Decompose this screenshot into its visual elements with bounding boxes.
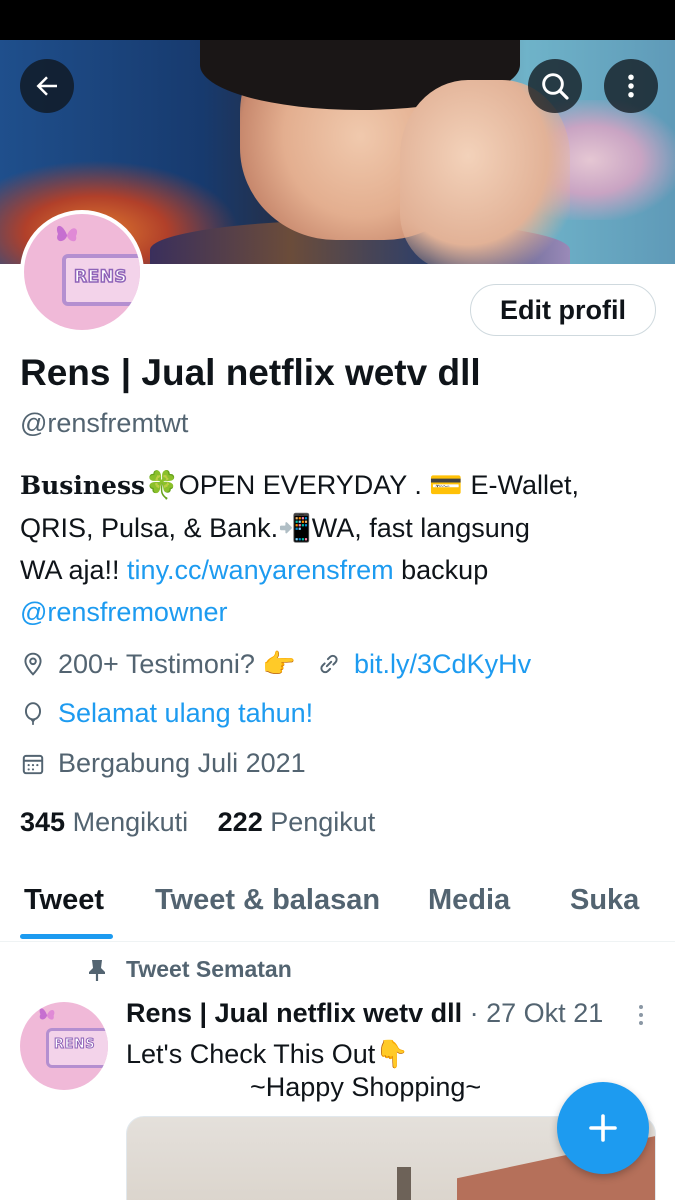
- profile-avatar[interactable]: RENS: [20, 210, 144, 334]
- butterfly-icon: [39, 1008, 55, 1020]
- avatar-logo-text: RENS: [73, 266, 128, 288]
- back-arrow-icon: [36, 76, 57, 96]
- bio-line-3-end: backup: [393, 555, 489, 585]
- pinned-indicator: Tweet Sematan: [86, 956, 292, 983]
- tweet-more-button[interactable]: [632, 1002, 650, 1033]
- location-text: 200+ Testimoni? 👉: [58, 649, 297, 679]
- following-count: 345: [20, 807, 66, 837]
- status-bar: [0, 0, 675, 40]
- avatar-logo-text: RENS: [53, 1037, 96, 1053]
- bio-line-2: QRIS, Pulsa, & Bank.📲WA, fast langsung: [20, 513, 530, 543]
- birthday-text[interactable]: Selamat ulang tahun!: [58, 698, 313, 729]
- profile-meta-row: 200+ Testimoni? 👉 bit.ly/3CdKyHv: [20, 648, 531, 680]
- bio-mention-link[interactable]: @rensfremowner: [20, 591, 660, 633]
- calendar-icon: [22, 754, 44, 774]
- pinned-label: Tweet Sematan: [126, 956, 292, 982]
- tab-likes[interactable]: Suka: [570, 884, 639, 917]
- search-icon: [542, 73, 569, 100]
- tab-media[interactable]: Media: [428, 884, 510, 917]
- more-vertical-icon: [639, 1005, 643, 1025]
- bio-line-1: Business🍀OPEN EVERYDAY . 💳 E-Wallet,: [20, 464, 660, 507]
- more-vertical-icon: [628, 74, 634, 98]
- bio-link[interactable]: tiny.cc/wanyarensfrem: [127, 555, 394, 585]
- back-button[interactable]: [20, 59, 74, 113]
- following-label: Mengikuti: [72, 807, 189, 837]
- tweet-author-name[interactable]: Rens | Jual netflix wetv dll: [126, 998, 462, 1028]
- bio-line-3-start: WA aja!!: [20, 555, 128, 585]
- tweet-header: Rens | Jual netflix wetv dll · 27 Okt 21: [126, 998, 603, 1029]
- user-handle: @rensfremtwt: [20, 408, 189, 438]
- more-options-button[interactable]: [604, 59, 658, 113]
- location-icon: [24, 652, 42, 676]
- birthday-row: Selamat ulang tahun!: [20, 698, 313, 729]
- followers-label: Pengikut: [270, 807, 376, 837]
- following-link[interactable]: 345 Mengikuti: [20, 807, 188, 837]
- profile-bio: Business🍀OPEN EVERYDAY . 💳 E-Wallet, QRI…: [20, 464, 660, 633]
- followers-count: 222: [217, 807, 263, 837]
- butterfly-icon: [56, 225, 78, 242]
- display-name: Rens | Jual netflix wetv dll: [20, 352, 481, 393]
- tweet-text-line-1: Let's Check This Out👇: [126, 1039, 409, 1069]
- search-button[interactable]: [528, 59, 582, 113]
- balloon-icon: [24, 701, 42, 725]
- joined-row: Bergabung Juli 2021: [20, 748, 306, 779]
- compose-tweet-button[interactable]: [557, 1082, 649, 1174]
- tweet-text-line-2: ~Happy Shopping~: [250, 1072, 482, 1102]
- pin-icon: [89, 959, 105, 981]
- bio-line-3: WA aja!! tiny.cc/wanyarensfrem backup: [20, 549, 660, 591]
- tab-tweet-replies[interactable]: Tweet & balasan: [155, 884, 380, 917]
- follow-stats: 345 Mengikuti 222 Pengikut: [20, 807, 375, 838]
- compose-plus-icon: [589, 1114, 617, 1142]
- bio-bold-word: Business: [20, 471, 146, 500]
- edit-profile-button[interactable]: Edit profil: [470, 284, 656, 336]
- active-tab-indicator: [20, 934, 113, 939]
- bio-line-1-rest: 🍀OPEN EVERYDAY . 💳 E-Wallet,: [145, 470, 579, 500]
- joined-text: Bergabung Juli 2021: [58, 748, 306, 778]
- tab-tweet[interactable]: Tweet: [24, 884, 104, 917]
- followers-link[interactable]: 222 Pengikut: [218, 807, 376, 837]
- tweet-author-avatar[interactable]: RENS: [20, 1002, 108, 1090]
- profile-tabs: Tweet Tweet & balasan Media Suka: [0, 870, 675, 942]
- website-link[interactable]: bit.ly/3CdKyHv: [354, 649, 531, 680]
- tweet-date[interactable]: · 27 Okt 21: [462, 998, 604, 1028]
- link-icon: [320, 654, 338, 674]
